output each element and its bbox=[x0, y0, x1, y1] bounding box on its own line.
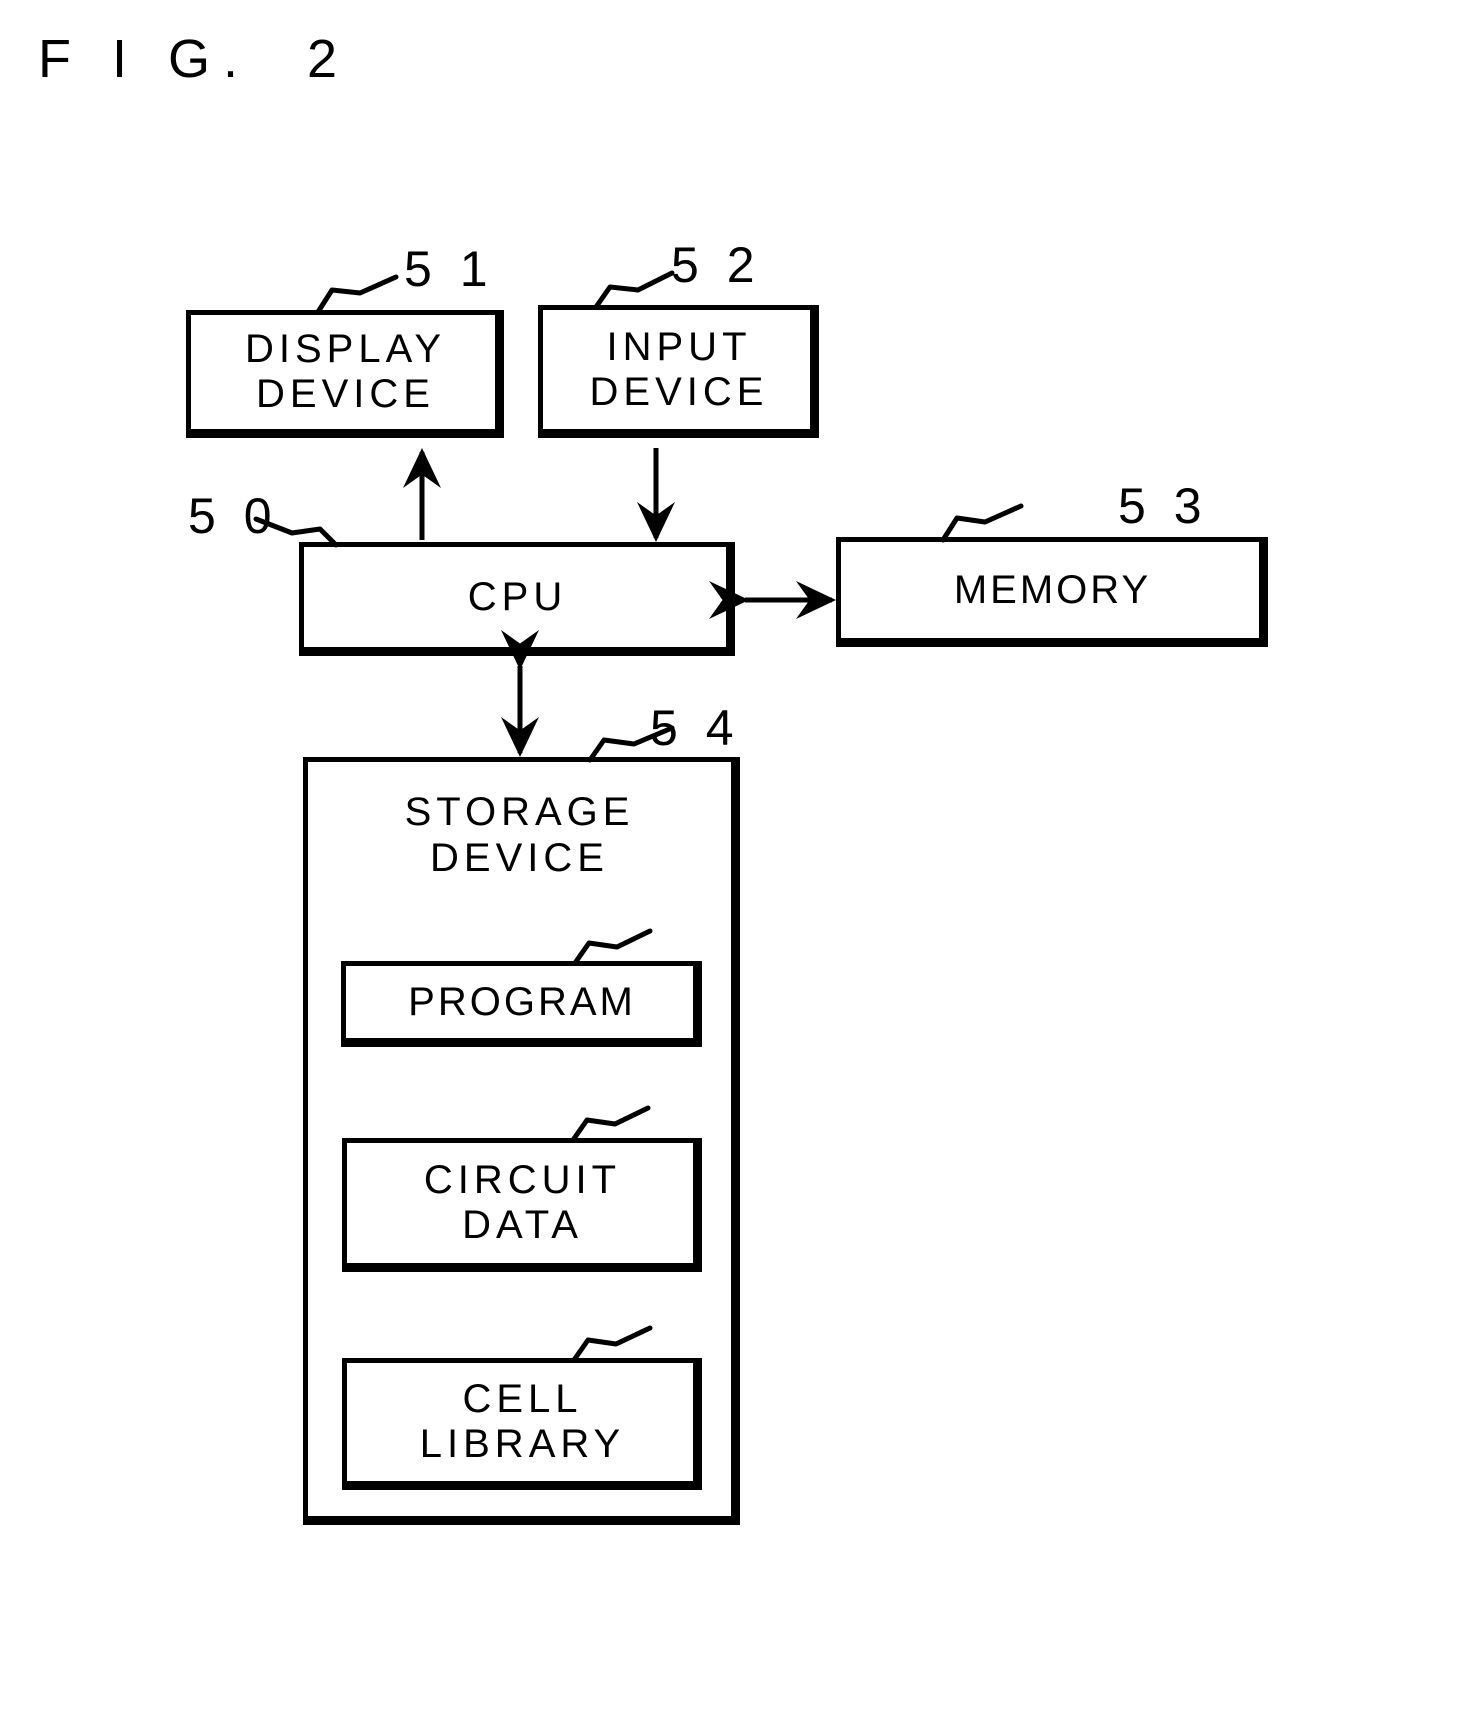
block-program[interactable]: PROGRAM bbox=[341, 961, 702, 1047]
block-storage-device-label: STORAGE DEVICE bbox=[404, 790, 635, 880]
block-circuit-data-label: CIRCUIT DATA bbox=[423, 1158, 622, 1247]
leader-52 bbox=[593, 270, 675, 310]
block-display-device[interactable]: DISPLAY DEVICE bbox=[186, 310, 504, 438]
block-memory-label: MEMORY bbox=[953, 567, 1152, 612]
figure-title: F I G. 2 bbox=[38, 29, 351, 89]
leader-51 bbox=[315, 274, 399, 315]
block-cell-library[interactable]: CELL LIBRARY bbox=[342, 1358, 702, 1490]
figure-canvas: F I G. 2 5 1 5 2 5 0 5 3 5 4 5 5 5 6 5 7… bbox=[0, 0, 1459, 1736]
block-circuit-data[interactable]: CIRCUIT DATA bbox=[342, 1138, 702, 1272]
ref-numeral-51: 5 1 bbox=[404, 241, 495, 297]
block-memory[interactable]: MEMORY bbox=[836, 537, 1268, 647]
ref-numeral-53: 5 3 bbox=[1118, 478, 1209, 534]
block-cell-library-label: CELL LIBRARY bbox=[419, 1377, 626, 1466]
block-cpu-label: CPU bbox=[467, 574, 568, 619]
block-program-label: PROGRAM bbox=[408, 979, 636, 1024]
leader-53 bbox=[940, 503, 1024, 543]
ref-numeral-52: 5 2 bbox=[671, 237, 762, 293]
block-display-device-label: DISPLAY DEVICE bbox=[245, 327, 446, 416]
block-input-device-label: INPUT DEVICE bbox=[589, 324, 769, 414]
ref-numeral-50: 5 0 bbox=[188, 488, 279, 544]
block-cpu[interactable]: CPU bbox=[299, 542, 735, 656]
block-input-device[interactable]: INPUT DEVICE bbox=[538, 305, 819, 438]
ref-numeral-54: 5 4 bbox=[650, 700, 741, 756]
